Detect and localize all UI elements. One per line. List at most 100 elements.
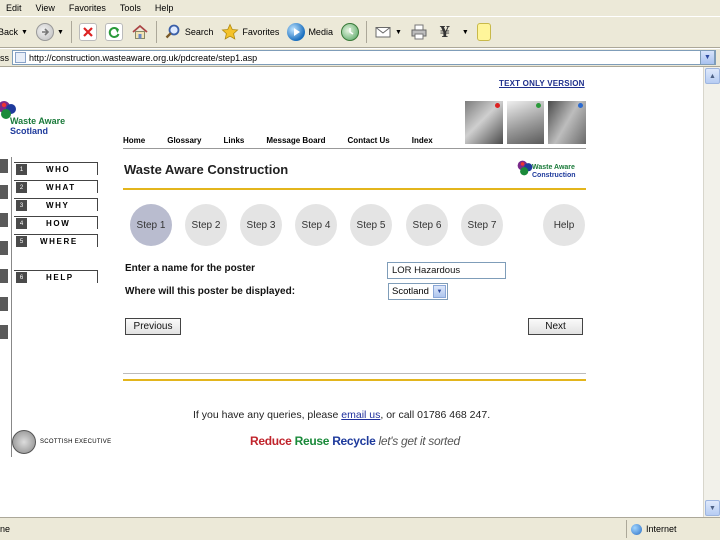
sidebar-item-where[interactable]: 5 WHERE xyxy=(14,234,98,247)
nav-home[interactable]: Home xyxy=(123,136,145,145)
note-icon xyxy=(476,23,491,41)
media-button[interactable]: Media xyxy=(283,20,337,44)
address-label: ess xyxy=(0,52,10,63)
step-5-tab[interactable]: Step 5 xyxy=(350,204,392,246)
messenger-button[interactable]: ¥ xyxy=(432,20,458,44)
chevron-down-icon[interactable]: ▼ xyxy=(433,285,446,298)
address-dropdown-button[interactable]: ▼ xyxy=(700,50,715,65)
mail-icon xyxy=(374,23,392,41)
form-rule xyxy=(123,379,586,381)
sidebar-item-label: WHO xyxy=(46,164,71,174)
left-photo-strip xyxy=(0,157,12,457)
nav-message-board[interactable]: Message Board xyxy=(266,136,325,145)
search-button[interactable]: Search xyxy=(160,20,218,44)
media-icon xyxy=(287,23,306,41)
sidebar-item-label: HOW xyxy=(46,218,71,228)
home-button[interactable] xyxy=(127,20,153,44)
menu-help[interactable]: Help xyxy=(155,3,174,13)
email-us-link[interactable]: email us xyxy=(341,409,380,421)
scroll-down-icon[interactable]: ▼ xyxy=(705,500,720,516)
step-3-tab[interactable]: Step 3 xyxy=(240,204,282,246)
step-label: Step 2 xyxy=(191,219,221,231)
step-7-tab[interactable]: Step 7 xyxy=(461,204,503,246)
menu-favorites[interactable]: Favorites xyxy=(69,3,106,13)
contact-text-after: , or call 01786 468 247. xyxy=(380,409,491,421)
forward-button[interactable]: ▼ xyxy=(32,20,68,44)
step-label: Step 6 xyxy=(412,219,442,231)
back-button[interactable]: Back ▼ xyxy=(0,20,32,44)
help-step-tab[interactable]: Help xyxy=(543,204,585,246)
print-button[interactable] xyxy=(406,20,432,44)
back-label: Back xyxy=(0,27,19,37)
toolbar-separator xyxy=(155,21,157,43)
step-label: Step 3 xyxy=(246,219,276,231)
zone-label: Internet xyxy=(646,524,677,534)
refresh-button[interactable] xyxy=(101,20,127,44)
sidebar-item-who[interactable]: 1 WHO xyxy=(14,162,98,175)
chevron-down-icon[interactable]: ▼ xyxy=(21,29,28,36)
scottish-executive-logo[interactable]: SCOTTISH EXECUTIVE xyxy=(12,430,111,454)
step-tabs: Step 1 Step 2 Step 3 Step 4 Step 5 Step … xyxy=(126,204,586,246)
notes-button[interactable] xyxy=(473,20,495,44)
address-bar: ess http://construction.wasteaware.org.u… xyxy=(0,49,720,67)
display-location-label: Where will this poster be displayed: xyxy=(125,286,296,297)
header-photo xyxy=(506,101,545,144)
messenger-icon: ¥ xyxy=(439,23,451,41)
strip-photo xyxy=(0,159,8,173)
tagline-reduce: Reduce xyxy=(250,434,292,448)
chevron-down-icon[interactable]: ▼ xyxy=(395,29,402,36)
header-photos xyxy=(465,101,587,144)
menu-tools[interactable]: Tools xyxy=(120,3,141,13)
search-label: Search xyxy=(184,27,214,37)
nav-glossary[interactable]: Glossary xyxy=(167,136,201,145)
text-only-version-link[interactable]: TEXT ONLY VERSION xyxy=(499,79,585,88)
step-2-tab[interactable]: Step 2 xyxy=(185,204,227,246)
side-nav-tag: 1 xyxy=(16,164,27,175)
favorites-label: Favorites xyxy=(242,27,280,37)
step-1-tab[interactable]: Step 1 xyxy=(130,204,172,246)
tagline-reuse: Reuse xyxy=(294,434,330,448)
poster-name-input[interactable] xyxy=(387,262,506,279)
sidebar-item-how[interactable]: 4 HOW xyxy=(14,216,98,229)
chevron-down-icon[interactable]: ▼ xyxy=(462,29,469,36)
menu-view[interactable]: View xyxy=(36,3,55,13)
page-title: Waste Aware Construction xyxy=(124,162,289,177)
step-6-tab[interactable]: Step 6 xyxy=(406,204,448,246)
nav-links[interactable]: Links xyxy=(223,136,244,145)
sidebar-item-what[interactable]: 2 WHAT xyxy=(14,180,98,193)
scroll-up-icon[interactable]: ▲ xyxy=(705,68,720,84)
logo-line-2: Construction xyxy=(532,172,576,179)
more-tools-button[interactable]: ▼ xyxy=(458,20,473,44)
stop-button[interactable] xyxy=(75,20,101,44)
header-photo xyxy=(548,101,587,144)
mail-button[interactable]: ▼ xyxy=(370,20,406,44)
form-rule xyxy=(123,373,586,374)
status-bar: ne Internet xyxy=(0,517,720,540)
chevron-down-icon[interactable]: ▼ xyxy=(57,29,64,36)
display-location-select[interactable]: Scotland ▼ xyxy=(388,283,448,300)
next-button[interactable]: Next xyxy=(528,318,583,335)
side-nav-tag: 2 xyxy=(16,182,27,193)
menu-edit[interactable]: Edit xyxy=(6,3,22,13)
refresh-icon xyxy=(104,23,123,41)
toolbar-separator xyxy=(365,21,367,43)
step-label: Step 7 xyxy=(467,219,497,231)
step-4-tab[interactable]: Step 4 xyxy=(295,204,337,246)
strip-photo xyxy=(0,185,8,199)
top-nav-rule xyxy=(123,148,586,149)
nav-contact-us[interactable]: Contact Us xyxy=(348,136,390,145)
previous-button[interactable]: Previous xyxy=(125,318,181,335)
toolbar-separator xyxy=(70,21,72,43)
vertical-scrollbar[interactable]: ▲ ▼ xyxy=(703,67,720,517)
step-label: Help xyxy=(553,219,575,231)
address-field[interactable]: http://construction.wasteaware.org.uk/pd… xyxy=(12,50,716,65)
sidebar-item-why[interactable]: 3 WHY xyxy=(14,198,98,211)
select-value: Scotland xyxy=(392,286,429,297)
stop-icon xyxy=(78,23,97,41)
waste-aware-construction-logo: Waste Aware Construction xyxy=(516,159,588,189)
favorites-button[interactable]: Favorites xyxy=(217,20,283,44)
nav-index[interactable]: Index xyxy=(412,136,433,145)
sidebar-item-help[interactable]: 6 HELP xyxy=(14,270,98,283)
history-button[interactable] xyxy=(337,20,363,44)
waste-aware-scotland-logo[interactable]: Waste Aware Scotland xyxy=(0,99,90,139)
